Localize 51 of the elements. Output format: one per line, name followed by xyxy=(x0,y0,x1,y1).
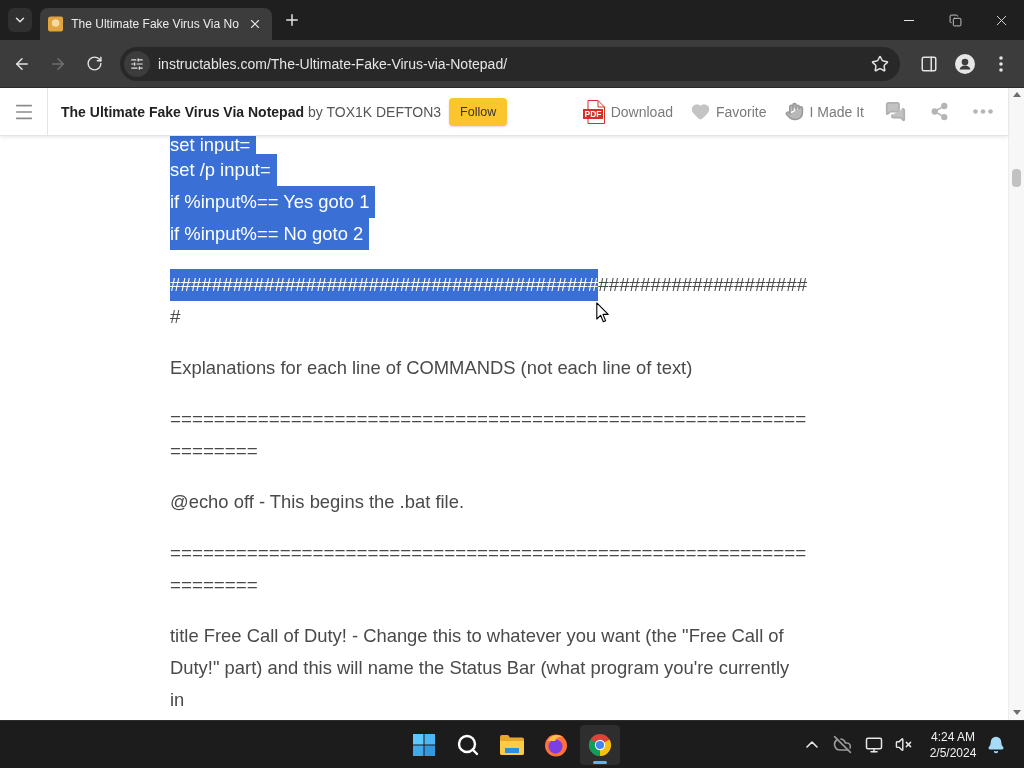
muted-speaker-icon xyxy=(894,736,912,753)
mouse-pointer-icon xyxy=(596,302,609,323)
browser-tab[interactable]: The Ultimate Fake Virus Via No xyxy=(40,8,272,40)
avatar-icon xyxy=(48,16,64,32)
made-it-button[interactable]: I Made It xyxy=(784,102,864,121)
site-info-button[interactable] xyxy=(124,50,150,77)
clock-date: 2/5/2024 xyxy=(929,744,977,761)
tab-search-button[interactable] xyxy=(8,8,32,32)
url-text: instructables.com/The-Ultimate-Fake-Virus-via-Notepad/ xyxy=(158,55,509,72)
bell-icon xyxy=(987,735,1005,754)
scroll-up-icon[interactable] xyxy=(1012,92,1021,97)
folder-icon xyxy=(500,734,524,755)
paragraph: title Free Call of Duty! - Change this to whatever you want (the "Free Call of Duty!" part) and this will name the Status Bar (what program you're currently in xyxy=(170,624,791,712)
divider-text: ================================================================== xyxy=(170,541,808,597)
share-icon xyxy=(930,102,949,121)
browser-icon xyxy=(588,732,612,757)
hand-icon xyxy=(784,102,804,121)
search-icon xyxy=(456,732,480,757)
heart-icon xyxy=(690,102,710,121)
start-icon xyxy=(413,733,435,756)
fox-browser-icon xyxy=(544,732,568,757)
paragraph: Explanations for each line of COMMANDS (not each line of text) xyxy=(170,356,694,380)
profile-icon xyxy=(955,53,975,74)
tab-title: The Ultimate Fake Virus Via No xyxy=(71,17,239,31)
download-button[interactable]: PDF Download xyxy=(582,99,673,124)
cloud-off-icon xyxy=(832,735,852,754)
clock-button[interactable]: 4:24 AM 2/5/2024 xyxy=(926,728,980,761)
taskbar-app-button[interactable] xyxy=(580,724,620,765)
comments-icon xyxy=(885,101,906,122)
favorite-button[interactable]: Favorite xyxy=(690,102,767,121)
side-panel-icon xyxy=(920,54,938,73)
reload-icon xyxy=(85,55,103,72)
minimize-icon xyxy=(904,19,914,21)
follow-button[interactable]: Follow xyxy=(449,97,508,126)
scroll-down-icon[interactable] xyxy=(1012,710,1021,715)
clock-time: 4:24 AM xyxy=(931,728,975,745)
monitor-icon xyxy=(865,735,883,754)
more-vertical-icon xyxy=(999,55,1003,72)
chevron-up-icon xyxy=(806,741,818,748)
address-bar[interactable]: instructables.com/The-Ultimate-Fake-Virus-via-Notepad/ xyxy=(120,46,900,81)
scrollbar[interactable] xyxy=(1008,88,1024,720)
project-title: The Ultimate Fake Virus Via Notepad xyxy=(61,103,304,120)
more-icon xyxy=(973,109,993,114)
star-icon xyxy=(871,54,889,73)
restore-icon xyxy=(948,13,962,27)
divider-text: ================================================================== xyxy=(170,407,808,463)
plus-icon xyxy=(283,11,301,29)
author-byline: by TOX1K DEFTON3 xyxy=(308,103,442,120)
scrollbar-thumb[interactable] xyxy=(1012,169,1021,187)
tune-icon xyxy=(130,56,144,71)
paragraph: @echo off - This begins the .bat file. xyxy=(170,490,466,514)
